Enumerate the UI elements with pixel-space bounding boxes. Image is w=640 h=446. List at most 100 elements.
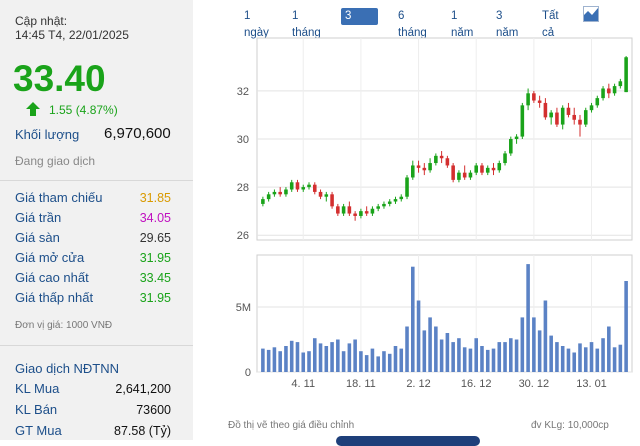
chart-footnote: Đồ thị vẽ theo giá điều chỉnh — [228, 420, 355, 431]
volume-bar — [566, 348, 571, 372]
volume-bar — [578, 343, 582, 372]
foreign-label: GT Mua — [15, 423, 62, 438]
x-tick-label: 13. 01 — [576, 378, 607, 390]
volume-bar — [514, 339, 519, 372]
candle-body — [497, 163, 502, 171]
volume-bar — [618, 344, 623, 372]
volume-bar — [353, 339, 357, 372]
volume-bar — [336, 339, 340, 372]
volume-bar — [422, 330, 427, 372]
candle-body — [474, 165, 478, 173]
volume-bar — [509, 338, 513, 372]
candle-body — [399, 196, 404, 200]
candle-body — [347, 206, 352, 214]
candle-body — [595, 98, 600, 106]
candle-body — [364, 211, 369, 214]
volume-bar — [318, 343, 323, 372]
volume-bar — [555, 342, 559, 372]
candle-body — [566, 107, 571, 115]
candle-body — [393, 199, 398, 202]
candle-body — [589, 105, 594, 111]
price-chart: 26 28 30 32 0 5M 4. 11 18. 11 2. 12 16. 12 30. 12 1… — [236, 37, 633, 390]
candle-body — [462, 172, 467, 178]
candle-body — [341, 206, 346, 214]
volume-bar — [434, 326, 438, 372]
candle-body — [520, 105, 525, 137]
volume-bar — [595, 348, 600, 372]
candle-body — [261, 199, 265, 204]
candle-body — [549, 112, 553, 118]
volume-tick-label: 0 — [245, 367, 251, 379]
candle-body — [330, 194, 334, 207]
price-tick-label: 26 — [237, 230, 249, 242]
candle-body — [480, 165, 484, 173]
candle-body — [376, 206, 380, 209]
candle-body — [301, 187, 306, 190]
candle-body — [289, 182, 294, 190]
volume-unit-note: đv KLg: 10,000cp — [531, 420, 609, 431]
volume-bar — [341, 351, 346, 372]
candle-body — [583, 110, 588, 125]
candle-body — [370, 208, 375, 214]
volume-bar — [572, 352, 577, 372]
volume-bar — [364, 355, 369, 372]
candle-body — [312, 184, 317, 192]
x-tick-label: 16. 12 — [461, 378, 492, 390]
volume-bar — [370, 348, 375, 372]
volume-bar — [537, 330, 542, 372]
volume-bar — [399, 348, 404, 372]
volume-bar — [347, 343, 352, 372]
candle-body — [468, 172, 473, 178]
volume-bar — [503, 342, 507, 372]
volume-bar — [387, 353, 392, 372]
candle-body — [451, 165, 455, 180]
candle-body — [560, 107, 565, 125]
volume-bar — [295, 342, 300, 372]
volume-bar — [520, 317, 525, 372]
volume-bar — [457, 338, 461, 372]
candle-body — [428, 163, 432, 171]
volume-bar — [468, 348, 473, 372]
candle-body — [624, 57, 628, 93]
candle-body — [318, 191, 323, 197]
candle-body — [307, 184, 311, 188]
candle-body — [572, 114, 577, 120]
candle-body — [353, 213, 357, 216]
volume-bar — [307, 351, 311, 372]
volume-bar — [474, 338, 478, 372]
volume-bar — [330, 342, 334, 372]
volume-bar — [272, 347, 277, 372]
candle-body — [537, 100, 542, 103]
candle-body — [382, 203, 386, 207]
volume-bar — [543, 300, 548, 372]
volume-bar — [289, 340, 294, 372]
price-tick-label: 30 — [237, 134, 249, 146]
volume-bar — [612, 347, 617, 372]
volume-bar — [301, 352, 306, 372]
candle-body — [336, 206, 340, 214]
volume-bar — [589, 342, 594, 372]
volume-bar — [601, 338, 605, 372]
candle-body — [612, 86, 617, 94]
candle-body — [411, 165, 415, 178]
volume-bar — [451, 342, 455, 372]
volume-bar — [624, 281, 628, 372]
x-tick-label: 30. 12 — [519, 378, 550, 390]
candle-body — [514, 136, 519, 139]
candle-body — [543, 102, 548, 118]
candle-body — [405, 177, 409, 197]
volume-tick-label: 5M — [236, 302, 251, 314]
volume-bar — [549, 335, 553, 372]
x-tick-label: 18. 11 — [346, 378, 376, 390]
volume-bar — [560, 346, 565, 372]
volume-bar — [497, 342, 502, 372]
candle-body — [457, 172, 461, 180]
candle-body — [416, 165, 421, 168]
candle-body — [295, 182, 300, 190]
candle-body — [434, 155, 438, 164]
volume-bar — [266, 349, 271, 372]
candle-body — [607, 88, 611, 94]
bottom-button[interactable] — [336, 436, 480, 446]
foreign-value: 87.58 (Tỷ) — [114, 424, 171, 438]
volume-bar — [393, 346, 398, 372]
